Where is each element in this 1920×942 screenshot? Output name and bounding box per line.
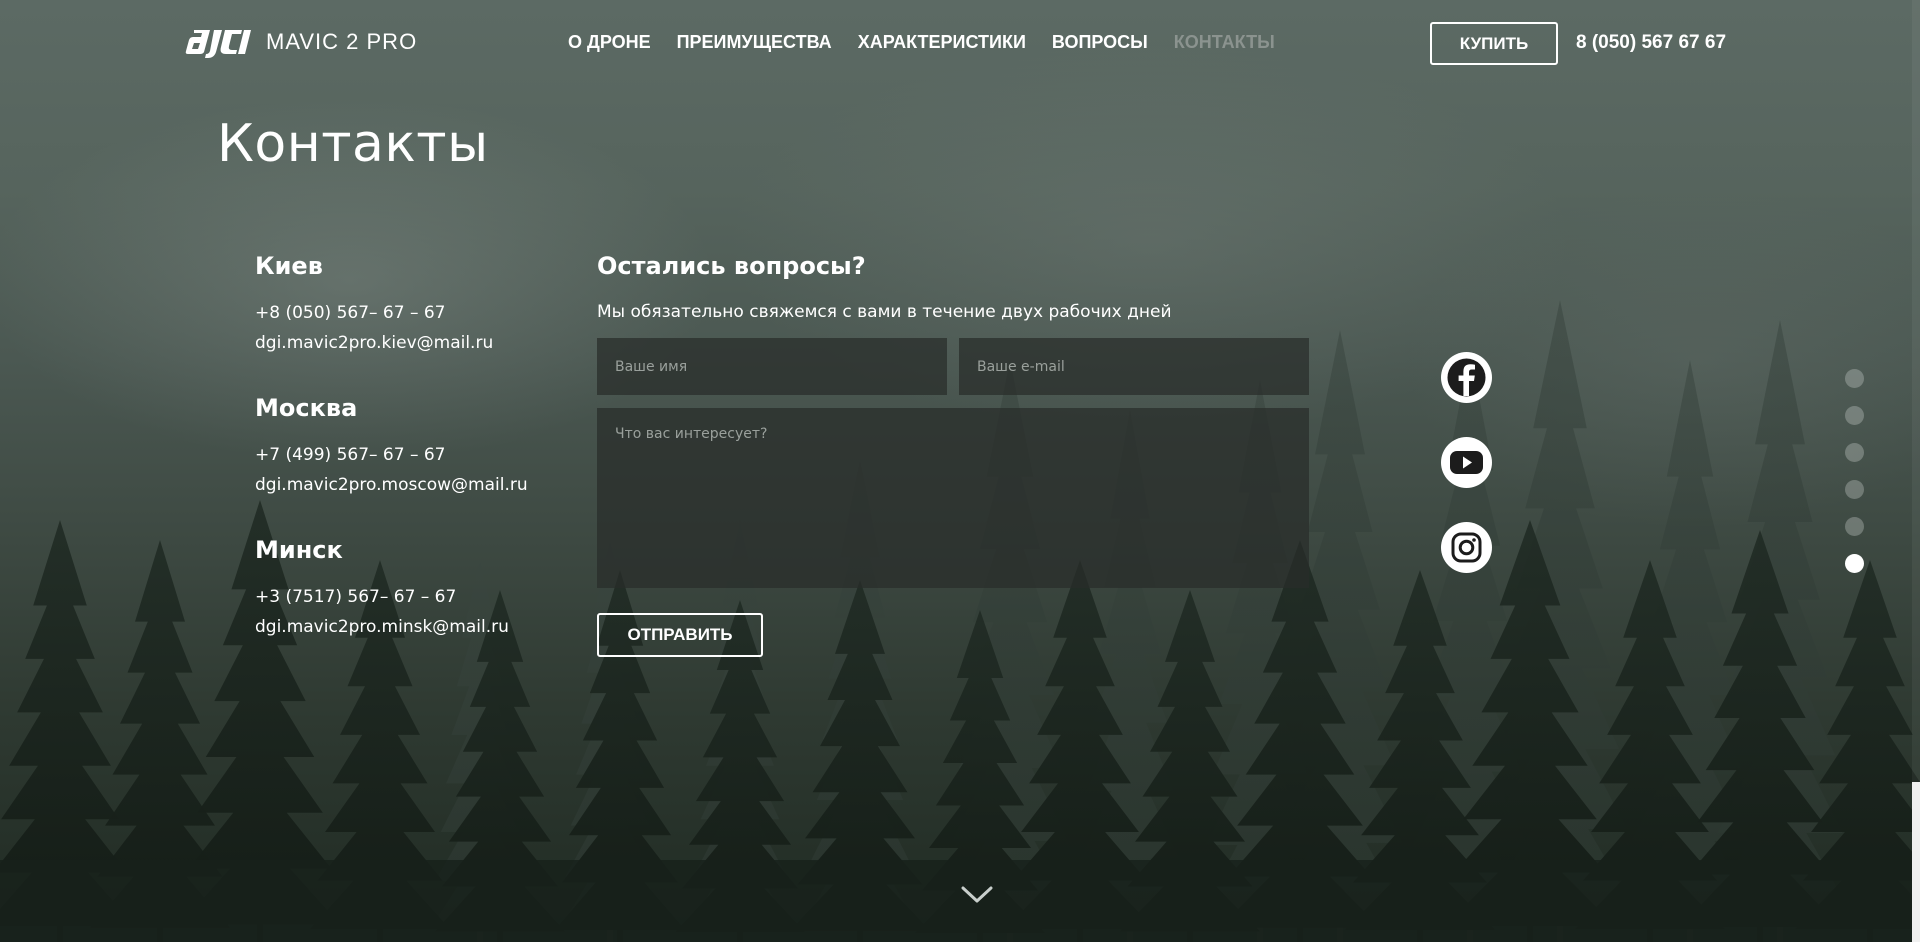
brand-logo[interactable]: MAVIC 2 PRO (184, 26, 417, 58)
page-scroll-track (1912, 0, 1920, 782)
pagination-dot[interactable] (1845, 406, 1864, 425)
pagination-dot[interactable] (1845, 369, 1864, 388)
office-phone[interactable]: +7 (499) 567– 67 – 67 (255, 440, 575, 470)
message-textarea[interactable] (597, 408, 1309, 588)
office-city: Москва (255, 394, 358, 422)
page-scroll-edge (1912, 782, 1920, 942)
social-links (1441, 352, 1493, 607)
nav-item-about[interactable]: О ДРОНЕ (568, 32, 651, 53)
submit-button[interactable]: ОТПРАВИТЬ (597, 613, 763, 657)
office-email[interactable]: dgi.mavic2pro.moscow@mail.ru (255, 470, 575, 500)
youtube-button[interactable] (1441, 437, 1492, 488)
nav-item-faq[interactable]: ВОПРОСЫ (1052, 32, 1148, 53)
office-kiev: Киев +8 (050) 567– 67 – 67 dgi.mavic2pro… (255, 252, 575, 358)
dji-logo-icon (185, 30, 251, 58)
nav-item-advantages[interactable]: ПРЕИМУЩЕСТВА (677, 32, 832, 53)
form-row (597, 338, 1309, 395)
product-name: MAVIC 2 PRO (266, 29, 418, 54)
form-subtitle: Мы обязательно свяжемся с вами в течение… (597, 302, 1172, 322)
facebook-button[interactable] (1441, 352, 1492, 403)
nav-item-specs[interactable]: ХАРАКТЕРИСТИКИ (858, 32, 1026, 53)
instagram-button[interactable] (1441, 522, 1492, 573)
form-title: Остались вопросы? (597, 252, 866, 280)
section-pagination (1845, 369, 1865, 591)
instagram-icon (1451, 532, 1482, 563)
email-input[interactable] (959, 338, 1309, 395)
office-moscow: Москва +7 (499) 567– 67 – 67 dgi.mavic2p… (255, 394, 575, 500)
pagination-dot[interactable] (1845, 443, 1864, 462)
facebook-icon (1447, 358, 1486, 397)
office-email[interactable]: dgi.mavic2pro.kiev@mail.ru (255, 328, 575, 358)
office-minsk: Минск +3 (7517) 567– 67 – 67 dgi.mavic2p… (255, 536, 575, 642)
header-phone[interactable]: 8 (050) 567 67 67 (1576, 32, 1726, 54)
page-title: Контакты (217, 114, 489, 174)
office-city: Киев (255, 252, 323, 280)
nav-item-contacts[interactable]: КОНТАКТЫ (1174, 32, 1275, 53)
office-email[interactable]: dgi.mavic2pro.minsk@mail.ru (255, 612, 575, 642)
office-phone[interactable]: +3 (7517) 567– 67 – 67 (255, 582, 575, 612)
office-city: Минск (255, 536, 343, 564)
pagination-dot-active[interactable] (1845, 554, 1864, 573)
name-input[interactable] (597, 338, 947, 395)
chevron-down-icon[interactable] (961, 885, 993, 905)
contact-form: Остались вопросы? Мы обязательно свяжемс… (597, 252, 1309, 657)
office-phone[interactable]: +8 (050) 567– 67 – 67 (255, 298, 575, 328)
pagination-dot[interactable] (1845, 480, 1864, 499)
main-nav: О ДРОНЕ ПРЕИМУЩЕСТВА ХАРАКТЕРИСТИКИ ВОПР… (568, 32, 1301, 53)
site-header: MAVIC 2 PRO О ДРОНЕ ПРЕИМУЩЕСТВА ХАРАКТЕ… (0, 0, 1920, 86)
buy-button[interactable]: КУПИТЬ (1430, 22, 1558, 65)
youtube-icon (1450, 451, 1483, 474)
pagination-dot[interactable] (1845, 517, 1864, 536)
